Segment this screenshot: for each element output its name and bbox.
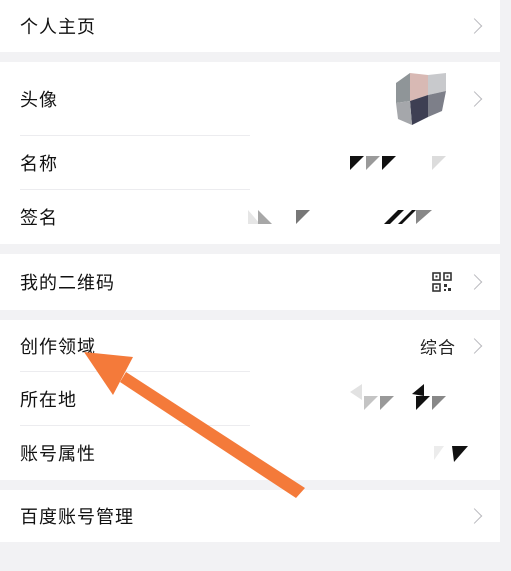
row-qrcode[interactable]: 我的二维码: [0, 254, 500, 310]
row-profile[interactable]: 个人主页: [0, 0, 500, 52]
row-signature[interactable]: 签名: [0, 190, 500, 244]
avatar[interactable]: [396, 73, 448, 125]
row-name-label: 名称: [20, 154, 58, 175]
row-account-attr-label: 账号属性: [20, 444, 96, 465]
chevron-right-icon: [466, 18, 483, 34]
chevron-right-icon: [466, 508, 483, 524]
account-attr-value-mosaic: [434, 446, 468, 462]
row-profile-label: 个人主页: [20, 17, 96, 38]
name-value-mosaic: [350, 156, 446, 170]
row-account-attr[interactable]: 账号属性: [0, 426, 500, 480]
chevron-right-icon: [466, 338, 483, 354]
row-field-label: 创作领域: [20, 337, 96, 358]
group-profile: 个人主页: [0, 0, 500, 52]
chevron-right-icon: [466, 91, 483, 107]
row-location[interactable]: 所在地: [0, 372, 500, 426]
signature-value-mosaic: [248, 210, 432, 224]
group-baidu-account: 百度账号管理: [0, 490, 500, 542]
group-basic-info: 头像 名称 签名: [0, 62, 500, 244]
row-avatar[interactable]: 头像: [0, 62, 500, 136]
qr-code-icon: [432, 272, 452, 292]
group-creator-info: 创作领域 综合 所在地 账号属性: [0, 320, 500, 480]
row-qrcode-label: 我的二维码: [20, 273, 115, 294]
row-baidu-account-label: 百度账号管理: [20, 507, 134, 528]
row-baidu-account[interactable]: 百度账号管理: [0, 490, 500, 542]
chevron-right-icon: [466, 274, 483, 290]
row-field-value: 综合: [420, 338, 456, 359]
row-field[interactable]: 创作领域 综合: [0, 320, 500, 372]
location-value-mosaic: [350, 384, 446, 410]
row-avatar-label: 头像: [20, 90, 58, 111]
row-name[interactable]: 名称: [0, 136, 500, 190]
row-signature-label: 签名: [20, 208, 58, 229]
group-qrcode: 我的二维码: [0, 254, 500, 310]
profile-settings-page: 个人主页 头像 名称 签名 我的二维码 创作领域 综合 所在地 账号属性 百度账…: [0, 0, 511, 571]
row-location-label: 所在地: [20, 390, 77, 411]
